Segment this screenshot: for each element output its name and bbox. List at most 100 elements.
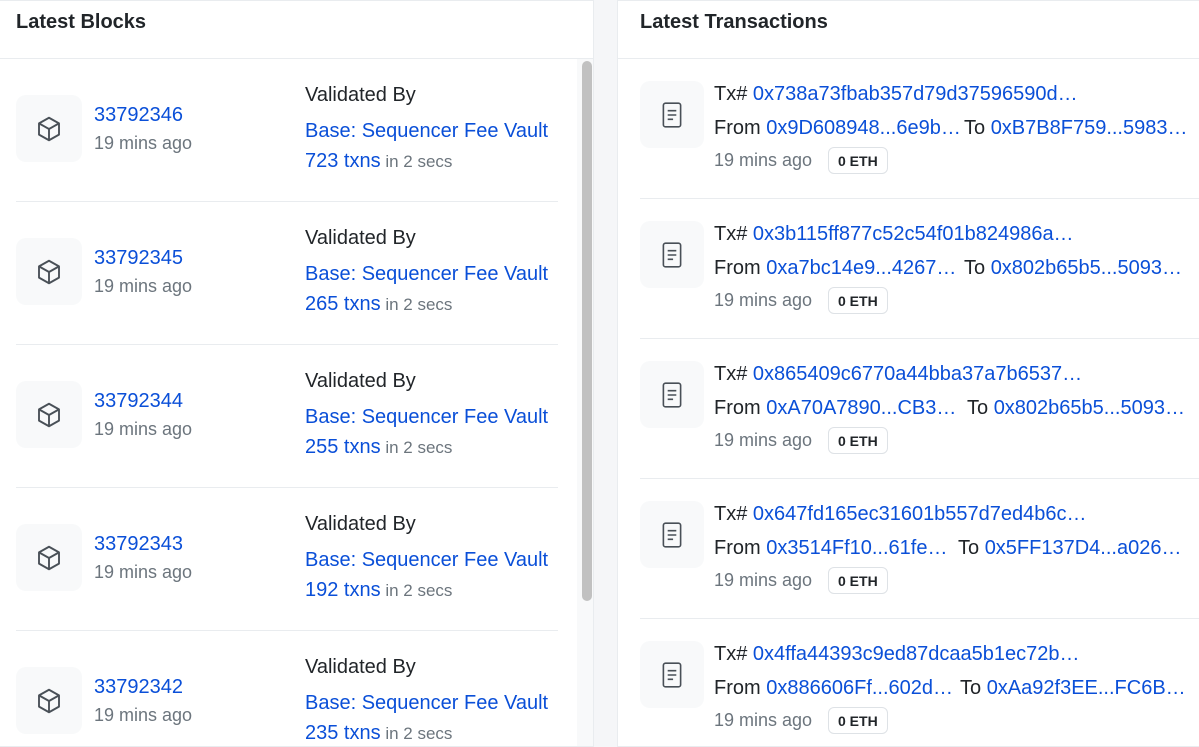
block-number-link[interactable]: 33792346 [94,104,183,127]
block-txns: 265 txns in 2 secs [305,293,452,316]
tx-from-line: From 0xA70A7890...CB3… [714,397,956,420]
document-icon [640,501,704,568]
eth-value-badge: 0 ETH [828,427,888,454]
from-address-link[interactable]: 0x886606Ff...602d… [766,677,953,699]
tx-to-line: To 0x802b65b5...5093… [964,257,1182,280]
from-address-link[interactable]: 0xA70A7890...CB3… [766,397,956,419]
tx-hash-line: Tx# 0x865409c6770a44bba37a7b6537… [714,363,1082,386]
from-address-link[interactable]: 0x9D608948...6e9b… [766,117,961,139]
eth-value-badge: 0 ETH [828,707,888,734]
block-number-link[interactable]: 33792344 [94,390,183,413]
from-label: From [714,397,761,419]
latest-blocks-panel: Latest Blocks 33792346 19 mins ago Valid… [0,0,594,747]
txns-count-link[interactable]: 255 txns [305,436,381,458]
to-address-link[interactable]: 0x802b65b5...5093… [994,397,1185,419]
block-number-link[interactable]: 33792345 [94,247,183,270]
tx-hash-link[interactable]: 0x4ffa44393c9ed87dcaa5b1ec72b… [753,643,1080,665]
tx-from-line: From 0x886606Ff...602d… [714,677,953,700]
transaction-row: Tx# 0x3b115ff877c52c54f01b824986a… From … [640,199,1199,339]
tx-hash-link[interactable]: 0x3b115ff877c52c54f01b824986a… [753,223,1074,245]
block-duration: in 2 secs [380,295,453,314]
document-icon [640,361,704,428]
cube-icon [16,238,82,305]
block-number-link[interactable]: 33792343 [94,533,183,556]
validator-link[interactable]: Base: Sequencer Fee Vault [305,406,548,429]
block-row: 33792343 19 mins ago Validated By Base: … [16,488,558,631]
validator-link[interactable]: Base: Sequencer Fee Vault [305,692,548,715]
block-age: 19 mins ago [94,276,193,296]
to-label: To [960,677,982,699]
tx-label: Tx# [714,83,748,105]
block-duration: in 2 secs [380,438,453,457]
cube-icon [16,524,82,591]
txns-count-link[interactable]: 265 txns [305,293,381,315]
tx-age: 19 mins ago [714,570,813,590]
block-row: 33792342 19 mins ago Validated By Base: … [16,631,558,746]
from-label: From [714,677,761,699]
from-label: From [714,537,761,559]
from-label: From [714,257,761,279]
validated-by-label: Validated By [305,513,416,535]
block-row: 33792345 19 mins ago Validated By Base: … [16,202,558,345]
validator-link[interactable]: Base: Sequencer Fee Vault [305,549,548,572]
block-number-link[interactable]: 33792342 [94,676,183,699]
validator-link[interactable]: Base: Sequencer Fee Vault [305,263,548,286]
txns-count-link[interactable]: 723 txns [305,150,381,172]
tx-hash-link[interactable]: 0x865409c6770a44bba37a7b6537… [753,363,1082,385]
tx-hash-line: Tx# 0x3b115ff877c52c54f01b824986a… [714,223,1074,246]
to-address-link[interactable]: 0xAa92f3EE...FC6B… [987,677,1186,699]
block-txns: 192 txns in 2 secs [305,579,452,602]
eth-value-badge: 0 ETH [828,567,888,594]
tx-label: Tx# [714,223,748,245]
to-address-link[interactable]: 0x5FF137D4...a026… [985,537,1182,559]
block-age: 19 mins ago [94,562,193,582]
tx-to-line: To 0x5FF137D4...a026… [958,537,1181,560]
cube-icon [16,667,82,734]
tx-hash-link[interactable]: 0x647fd165ec31601b557d7ed4b6c… [753,503,1087,525]
block-age: 19 mins ago [94,705,193,725]
tx-hash-line: Tx# 0x4ffa44393c9ed87dcaa5b1ec72b… [714,643,1080,666]
tx-age: 19 mins ago [714,150,813,170]
block-row: 33792344 19 mins ago Validated By Base: … [16,345,558,488]
to-label: To [964,117,986,139]
cube-icon [16,381,82,448]
tx-label: Tx# [714,643,748,665]
tx-age: 19 mins ago [714,290,813,310]
document-icon [640,641,704,708]
tx-age: 19 mins ago [714,710,813,730]
validated-by-label: Validated By [305,227,416,249]
latest-transactions-panel: Latest Transactions Tx# 0x738a73fbab357d… [617,0,1199,747]
block-txns: 723 txns in 2 secs [305,150,452,173]
block-age: 19 mins ago [94,419,193,439]
validated-by-label: Validated By [305,84,416,106]
transaction-row: Tx# 0x647fd165ec31601b557d7ed4b6c… From … [640,479,1199,619]
tx-from-line: From 0x3514Ff10...61fe… [714,537,947,560]
to-address-link[interactable]: 0xB7B8F759...5983… [991,117,1188,139]
block-txns: 255 txns in 2 secs [305,436,452,459]
tx-from-line: From 0xa7bc14e9...4267… [714,257,956,280]
transaction-row: Tx# 0x4ffa44393c9ed87dcaa5b1ec72b… From … [640,619,1199,746]
txns-count-link[interactable]: 235 txns [305,722,381,744]
block-duration: in 2 secs [380,724,453,743]
cube-icon [16,95,82,162]
to-label: To [958,537,980,559]
block-txns: 235 txns in 2 secs [305,722,452,745]
validator-link[interactable]: Base: Sequencer Fee Vault [305,120,548,143]
tx-from-line: From 0x9D608948...6e9b… [714,117,961,140]
tx-hash-line: Tx# 0x647fd165ec31601b557d7ed4b6c… [714,503,1087,526]
eth-value-badge: 0 ETH [828,147,888,174]
from-address-link[interactable]: 0xa7bc14e9...4267… [766,257,956,279]
tx-hash-link[interactable]: 0x738a73fbab357d79d37596590d… [753,83,1078,105]
block-row: 33792346 19 mins ago Validated By Base: … [16,59,558,202]
to-address-link[interactable]: 0x802b65b5...5093… [991,257,1182,279]
blocks-scrollbar-thumb[interactable] [582,61,592,601]
block-age: 19 mins ago [94,133,193,153]
to-label: To [964,257,986,279]
from-address-link[interactable]: 0x3514Ff10...61fe… [766,537,947,559]
blocks-panel-header: Latest Blocks [0,1,593,59]
block-duration: in 2 secs [380,152,453,171]
txns-count-link[interactable]: 192 txns [305,579,381,601]
block-duration: in 2 secs [380,581,453,600]
tx-to-line: To 0xAa92f3EE...FC6B… [960,677,1186,700]
validated-by-label: Validated By [305,370,416,392]
